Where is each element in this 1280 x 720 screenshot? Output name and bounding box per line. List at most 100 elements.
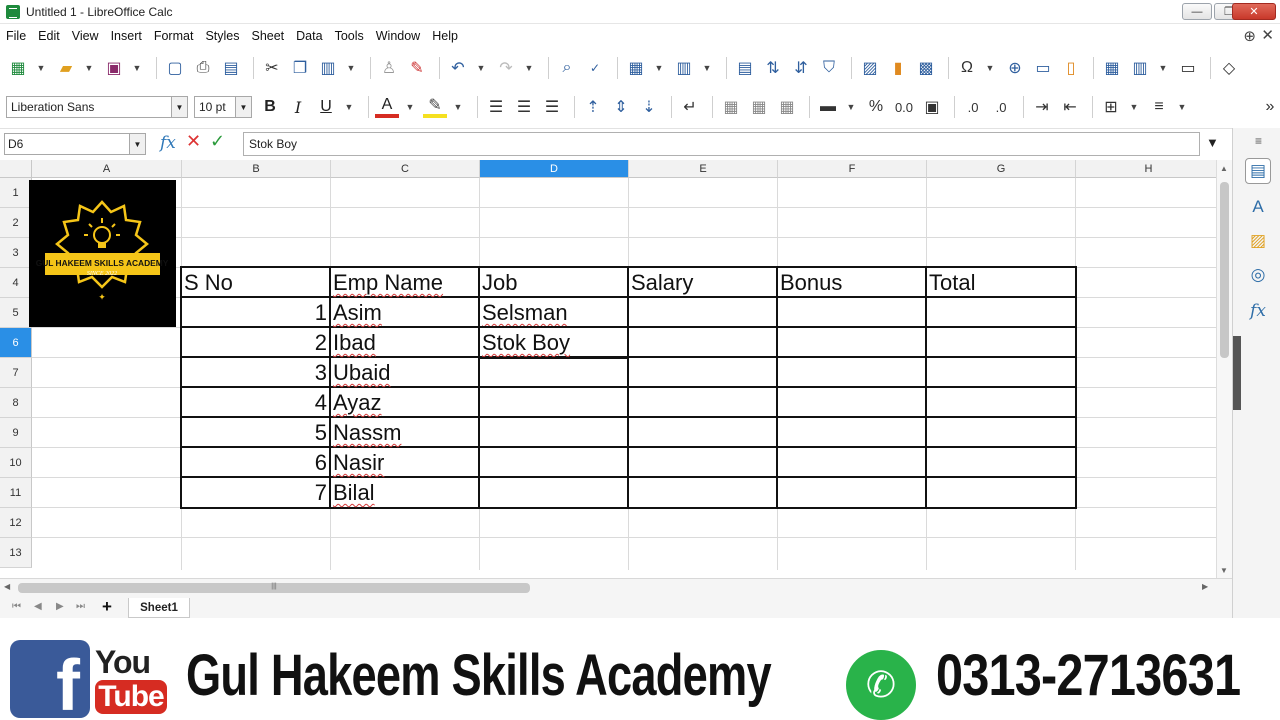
select-all-corner[interactable] [0, 160, 32, 178]
header-cell-bonus[interactable]: Bonus [778, 268, 925, 298]
clear-formatting-icon[interactable]: ✎ [405, 56, 429, 80]
table-cell-name[interactable]: Nasir [331, 448, 478, 478]
menu-styles[interactable]: Styles [199, 29, 245, 43]
chevron-down-icon[interactable]: ▼ [235, 97, 251, 117]
next-sheet-icon[interactable]: ▶ [56, 601, 64, 612]
menu-help[interactable]: Help [426, 29, 464, 43]
align-right-icon[interactable]: ☰ [540, 95, 564, 119]
table-cell-name[interactable]: Nassm [331, 418, 478, 448]
name-box[interactable]: D6 ▼ [4, 133, 146, 155]
highlight-color-icon[interactable]: ✎ [423, 96, 447, 118]
column-header-g[interactable]: G [927, 160, 1076, 178]
column-header-b[interactable]: B [182, 160, 331, 178]
align-center-icon[interactable]: ☰ [512, 95, 536, 119]
row-icon[interactable]: ▦ [624, 56, 648, 80]
chevron-down-icon[interactable]: ▼ [344, 56, 358, 80]
date-format-icon[interactable]: ▣ [920, 95, 944, 119]
accept-icon[interactable]: ✓ [210, 131, 225, 152]
more-options-icon[interactable]: » [1258, 95, 1280, 119]
previous-sheet-icon[interactable]: ◀ [34, 601, 42, 612]
border-style-icon[interactable]: ≡ [1147, 95, 1171, 119]
font-color-button[interactable]: A [375, 96, 399, 118]
scroll-right-icon[interactable]: ▶ [1202, 582, 1208, 591]
scroll-down-icon[interactable]: ▼ [1220, 566, 1228, 575]
row-header-6[interactable]: 6 [0, 328, 32, 358]
column-header-d[interactable]: D [480, 160, 629, 178]
last-sheet-icon[interactable]: ⏭ [76, 601, 85, 612]
menu-file[interactable]: File [0, 29, 32, 43]
functions-icon[interactable]: fx [1245, 298, 1271, 324]
font-size-box[interactable]: 10 pt ▼ [194, 96, 252, 118]
undo-icon[interactable]: ↶ [446, 56, 470, 80]
insert-image-icon[interactable]: ▨ [858, 56, 882, 80]
menu-format[interactable]: Format [148, 29, 200, 43]
align-middle-icon[interactable]: ⇕ [609, 95, 633, 119]
chevron-down-icon[interactable]: ▼ [474, 56, 488, 80]
new-document-icon[interactable]: ▦ [6, 56, 30, 80]
chevron-down-icon[interactable]: ▼ [522, 56, 536, 80]
export-pdf-icon[interactable]: ▢ [163, 56, 187, 80]
academy-logo-image[interactable]: GUL HAKEEM SKILLS ACADEMY SINCE 2022 ✦ [29, 180, 176, 327]
currency-format-icon[interactable]: ▬ [816, 95, 840, 119]
table-cell-name[interactable]: Ayaz [331, 388, 478, 418]
column-header-a[interactable]: A [32, 160, 182, 178]
chevron-down-icon[interactable]: ▼ [342, 95, 356, 119]
table-cell-sno[interactable]: 2 [182, 328, 329, 358]
globe-icon[interactable]: ⊕ [1243, 27, 1256, 45]
horizontal-scroll-thumb[interactable]: ||| [18, 583, 530, 593]
vertical-scrollbar[interactable]: ▲ ▼ [1216, 160, 1232, 578]
row-header-10[interactable]: 10 [0, 448, 32, 478]
delete-decimal-button[interactable]: .0 [989, 95, 1013, 119]
close-window-button[interactable]: ✕ [1232, 3, 1276, 20]
header-cell-sno[interactable]: S No [182, 268, 329, 298]
column-header-h[interactable]: H [1076, 160, 1216, 178]
gallery-icon[interactable]: ▨ [1245, 228, 1271, 254]
define-print-area-icon[interactable]: ▦ [1100, 56, 1124, 80]
row-header-13[interactable]: 13 [0, 538, 32, 568]
chevron-down-icon[interactable]: ▼ [82, 56, 96, 80]
styles-icon[interactable]: A [1245, 194, 1271, 220]
menu-view[interactable]: View [66, 29, 105, 43]
save-icon[interactable]: ▣ [102, 56, 126, 80]
expand-formula-bar-icon[interactable]: ▼ [1206, 135, 1219, 150]
table-cell-name[interactable]: Bilal [331, 478, 478, 508]
chevron-down-icon[interactable]: ▼ [129, 134, 145, 154]
italic-button[interactable]: I [286, 95, 310, 119]
minimize-button[interactable]: — [1182, 3, 1212, 20]
special-character-icon[interactable]: Ω [955, 56, 979, 80]
header-cell-job[interactable]: Job [480, 268, 627, 298]
chevron-down-icon[interactable]: ▼ [1156, 56, 1170, 80]
chevron-down-icon[interactable]: ▼ [700, 56, 714, 80]
menu-data[interactable]: Data [290, 29, 328, 43]
pivot-table-icon[interactable]: ▩ [914, 56, 938, 80]
sort-icon[interactable]: ▤ [733, 56, 757, 80]
font-name-box[interactable]: Liberation Sans ▼ [6, 96, 188, 118]
add-sheet-button[interactable]: + [102, 597, 112, 617]
first-sheet-icon[interactable]: ⏮ [12, 601, 21, 612]
row-header-7[interactable]: 7 [0, 358, 32, 388]
menu-sheet[interactable]: Sheet [245, 29, 290, 43]
chevron-down-icon[interactable]: ▼ [130, 56, 144, 80]
print-preview-icon[interactable]: ▤ [219, 56, 243, 80]
bold-button[interactable]: B [258, 95, 282, 119]
hyperlink-icon[interactable]: ⊕ [1003, 56, 1027, 80]
number-format-button[interactable]: 0.0 [892, 95, 916, 119]
column-header-c[interactable]: C [331, 160, 480, 178]
row-header-2[interactable]: 2 [0, 208, 32, 238]
row-header-11[interactable]: 11 [0, 478, 32, 508]
comment-icon[interactable]: ▭ [1031, 56, 1055, 80]
header-cell-emp-name[interactable]: Emp Name [331, 268, 478, 298]
scroll-up-icon[interactable]: ▲ [1220, 164, 1228, 173]
autofilter-icon[interactable]: ⛉ [817, 56, 841, 80]
close-document-icon[interactable]: ✕ [1261, 26, 1274, 44]
wrap-text-icon[interactable]: ↵ [678, 95, 702, 119]
menu-insert[interactable]: Insert [105, 29, 148, 43]
split-window-icon[interactable]: ▭ [1176, 56, 1200, 80]
chevron-down-icon[interactable]: ▼ [403, 95, 417, 119]
row-header-3[interactable]: 3 [0, 238, 32, 268]
column-header-e[interactable]: E [629, 160, 778, 178]
insert-chart-icon[interactable]: ▮ [886, 56, 910, 80]
table-cell-sno[interactable]: 7 [182, 478, 329, 508]
navigator-icon[interactable]: ◎ [1245, 262, 1271, 288]
merge-center-icon[interactable]: ▦ [719, 95, 743, 119]
